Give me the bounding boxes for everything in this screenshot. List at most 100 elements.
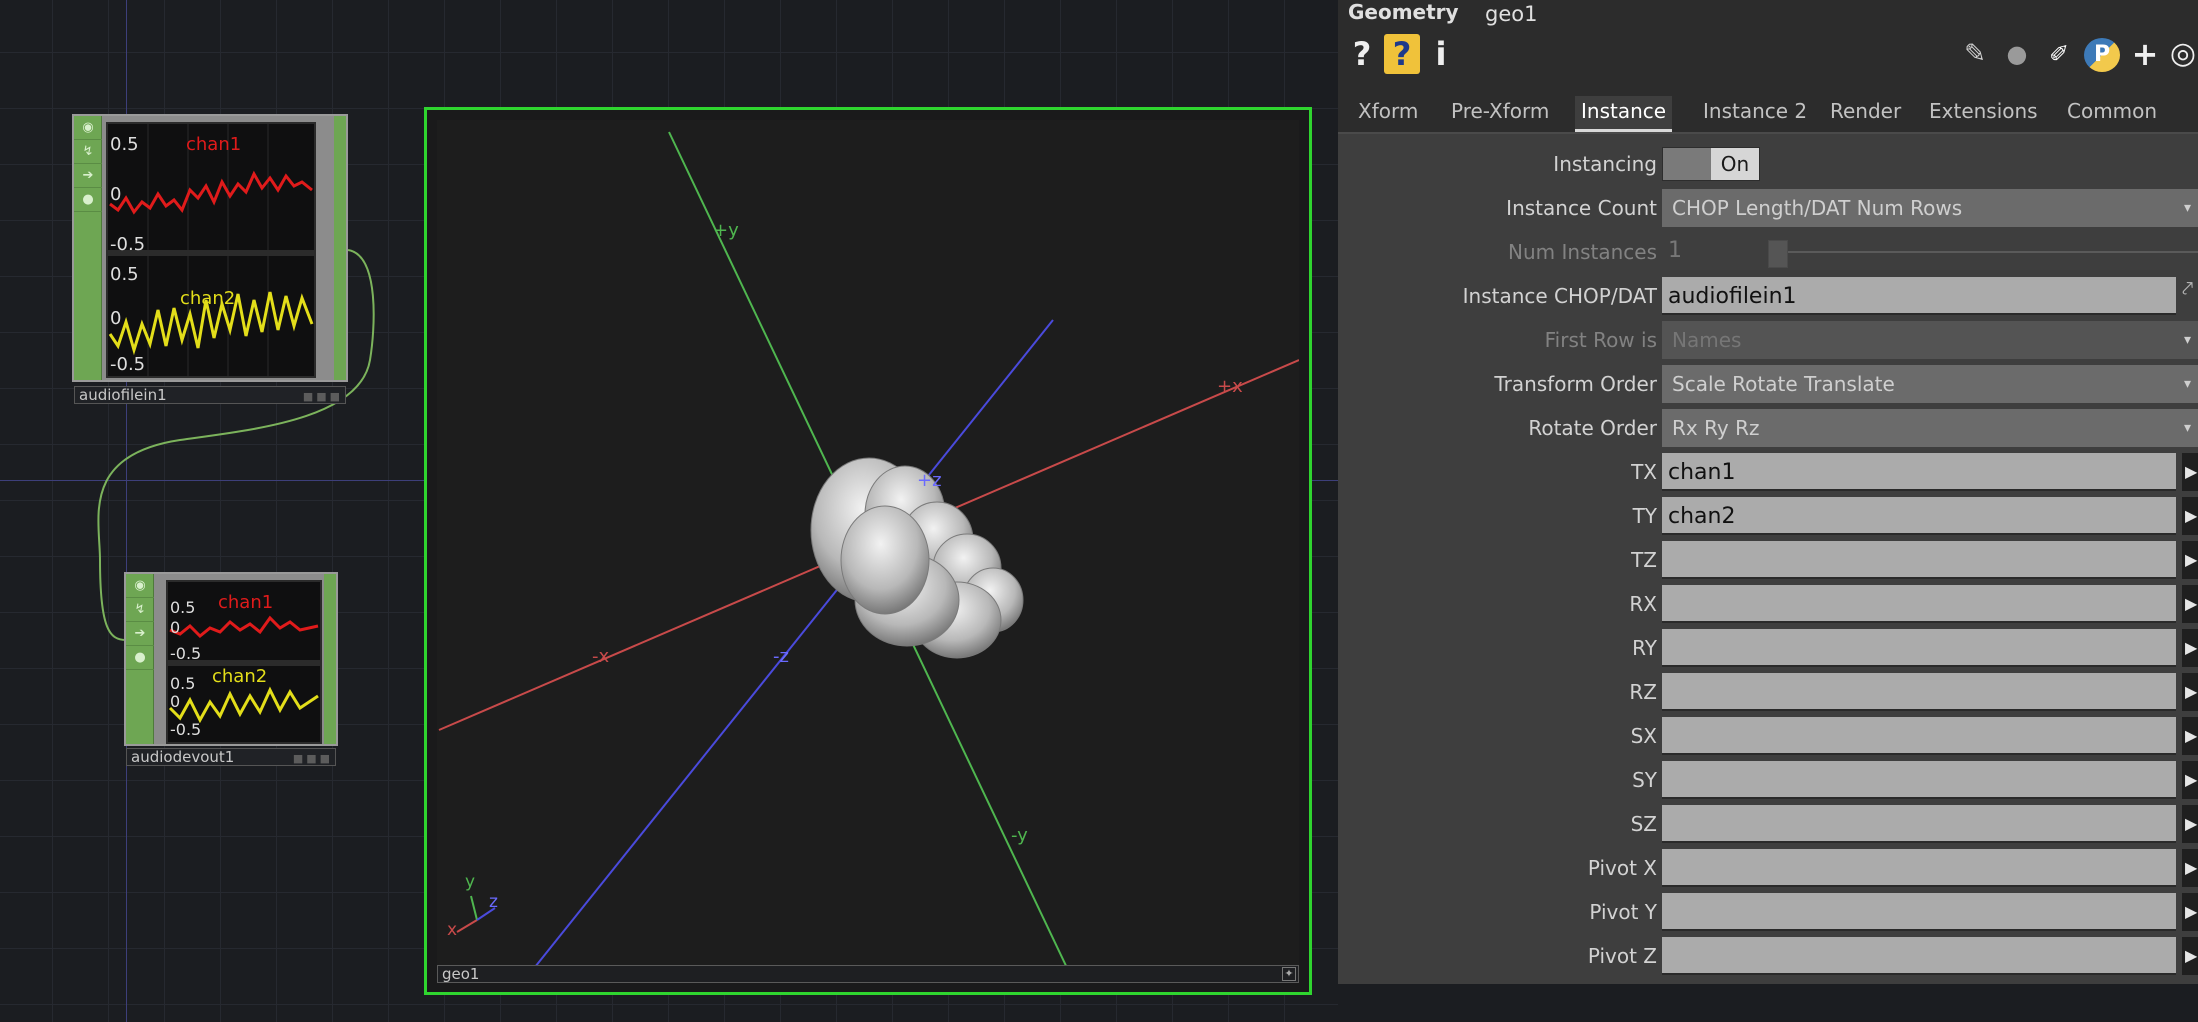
panel-toolbar: ? ? i ✎ ● ✐ P + ◎ xyxy=(1338,30,2198,78)
num-instances-value[interactable]: 1 xyxy=(1668,238,1682,263)
param-row-tx: TX chan1 ▶ xyxy=(1338,452,2198,492)
tab-instance[interactable]: Instance xyxy=(1575,96,1673,132)
expand-arrow-icon[interactable]: ▶ xyxy=(2182,805,2198,843)
param-label: RZ xyxy=(1629,680,1657,704)
operator-help-icon[interactable]: ? xyxy=(1384,34,1420,74)
chan2-label: chan2 xyxy=(212,666,268,687)
toggle-knob xyxy=(1663,148,1711,180)
tick-label: -0.5 xyxy=(110,354,146,375)
instance-chop-field[interactable]: audiofilein1 xyxy=(1662,277,2176,315)
param-label: Pivot Z xyxy=(1587,944,1657,968)
transform-order-menu[interactable]: Scale Rotate Translate ▾ xyxy=(1662,365,2198,403)
param-label: TX xyxy=(1631,460,1657,484)
bypass-arrow-icon[interactable]: ➔ xyxy=(126,622,154,646)
param-row-rotate-order: Rotate Order Rx Ry Rz ▾ xyxy=(1338,408,2198,448)
node-flags[interactable]: ■■■ xyxy=(303,389,343,405)
graph-icon[interactable]: ↯ xyxy=(126,598,154,622)
expand-arrow-icon[interactable]: ▶ xyxy=(2182,761,2198,799)
parameter-panel: Geometry geo1 ? ? i ✎ ● ✐ P + ◎ Xform Pr… xyxy=(1338,0,2198,984)
viewer-active-icon[interactable]: ✦ xyxy=(1282,967,1296,981)
link-icon[interactable]: ⤤ xyxy=(2182,276,2193,300)
tab-extensions[interactable]: Extensions xyxy=(1923,96,2044,132)
pivot-x-field[interactable] xyxy=(1662,849,2176,887)
tick-label: 0 xyxy=(170,618,181,637)
comment-icon[interactable]: ● xyxy=(2000,34,2034,74)
node-flags[interactable]: ■■■ xyxy=(293,751,333,767)
param-row-transform-order: Transform Order Scale Rotate Translate ▾ xyxy=(1338,364,2198,404)
expand-arrow-icon[interactable]: ▶ xyxy=(2182,937,2198,975)
axis-label-plus-z: +z xyxy=(917,470,942,491)
node-output-bar[interactable] xyxy=(334,116,346,380)
expand-arrow-icon[interactable]: ▶ xyxy=(2182,893,2198,931)
expand-arrow-icon[interactable]: ▶ xyxy=(2182,629,2198,667)
num-instances-slider-track[interactable] xyxy=(1782,251,2198,253)
lock-icon[interactable]: ● xyxy=(126,646,154,670)
gizmo-label-x: x xyxy=(447,920,458,940)
num-instances-slider-handle[interactable] xyxy=(1768,240,1788,268)
pivot-y-field[interactable] xyxy=(1662,893,2176,931)
chop-viewer: chan1 0.5 0 -0.5 chan2 0.5 0 -0.5 xyxy=(106,122,316,378)
rotate-order-menu[interactable]: Rx Ry Rz ▾ xyxy=(1662,409,2198,447)
python-icon[interactable]: P xyxy=(2084,38,2120,72)
node-name-label[interactable]: audiofilein1 ■■■ xyxy=(74,386,346,404)
instance-count-menu[interactable]: CHOP Length/DAT Num Rows ▾ xyxy=(1662,189,2198,227)
expand-arrow-icon[interactable]: ▶ xyxy=(2182,717,2198,755)
3d-viewport[interactable]: +y -y +x -x +z -z y z x xyxy=(437,120,1300,973)
tick-label: -0.5 xyxy=(170,720,202,739)
tick-label: 0.5 xyxy=(110,264,139,285)
expand-arrow-icon[interactable]: ▶ xyxy=(2182,849,2198,887)
operator-name[interactable]: geo1 xyxy=(1485,2,1537,26)
info-icon[interactable]: i xyxy=(1430,34,1452,74)
tz-field[interactable] xyxy=(1662,541,2176,579)
node-output-bar[interactable] xyxy=(324,574,336,744)
tick-label: 0.5 xyxy=(170,598,196,617)
param-label: RY xyxy=(1632,636,1657,660)
expand-arrow-icon[interactable]: ▶ xyxy=(2182,453,2198,491)
tick-label: 0 xyxy=(110,308,122,329)
expand-arrow-icon[interactable]: ▶ xyxy=(2182,541,2198,579)
audiofilein-node[interactable]: ◉ ↯ ➔ ● chan1 0.5 0 -0.5 chan2 0.5 0 -0.… xyxy=(72,114,348,404)
tab-xform[interactable]: Xform xyxy=(1352,96,1424,132)
pivot-z-field[interactable] xyxy=(1662,937,2176,975)
param-row-pivot-x: Pivot X ▶ xyxy=(1338,848,2198,888)
ry-field[interactable] xyxy=(1662,629,2176,667)
viewer-toggle-icon[interactable]: ◉ xyxy=(126,574,154,598)
tab-render[interactable]: Render xyxy=(1824,96,1907,132)
help-icon[interactable]: ? xyxy=(1350,34,1374,74)
network-editor[interactable]: ◉ ↯ ➔ ● chan1 0.5 0 -0.5 chan2 0.5 0 -0.… xyxy=(0,0,1338,1022)
target-icon[interactable]: ◎ xyxy=(2168,34,2198,74)
graph-icon[interactable]: ↯ xyxy=(74,140,102,164)
audiodevout-node[interactable]: ◉ ↯ ➔ ● chan1 0.5 0 -0.5 chan2 0.5 0 -0.… xyxy=(124,572,338,766)
sy-field[interactable] xyxy=(1662,761,2176,799)
param-row-rz: RZ ▶ xyxy=(1338,672,2198,712)
sz-field[interactable] xyxy=(1662,805,2176,843)
tx-field[interactable]: chan1 xyxy=(1662,453,2176,491)
tab-pre-xform[interactable]: Pre-Xform xyxy=(1445,96,1555,132)
expand-arrow-icon[interactable]: ▶ xyxy=(2182,673,2198,711)
instancing-toggle[interactable]: On xyxy=(1662,147,1760,181)
node-name-label[interactable]: geo1 ✦ xyxy=(437,965,1299,983)
clone-icon[interactable]: ✐ xyxy=(2042,34,2076,74)
operator-type: Geometry xyxy=(1348,0,1459,24)
param-row-ry: RY ▶ xyxy=(1338,628,2198,668)
rx-field[interactable] xyxy=(1662,585,2176,623)
lock-icon[interactable]: ● xyxy=(74,188,102,212)
bypass-arrow-icon[interactable]: ➔ xyxy=(74,164,102,188)
ty-field[interactable]: chan2 xyxy=(1662,497,2176,535)
tab-instance-2[interactable]: Instance 2 xyxy=(1697,96,1813,132)
expand-arrow-icon[interactable]: ▶ xyxy=(2182,497,2198,535)
viewer-toggle-icon[interactable]: ◉ xyxy=(74,116,102,140)
axis-label-plus-y: +y xyxy=(713,220,739,241)
param-label: Pivot X xyxy=(1587,856,1657,880)
first-row-menu[interactable]: Names ▾ xyxy=(1662,321,2198,359)
rz-field[interactable] xyxy=(1662,673,2176,711)
node-name-label[interactable]: audiodevout1 ■■■ xyxy=(126,748,336,766)
add-icon[interactable]: + xyxy=(2130,34,2160,74)
tab-common[interactable]: Common xyxy=(2061,96,2163,132)
sx-field[interactable] xyxy=(1662,717,2176,755)
chevron-down-icon: ▾ xyxy=(2184,200,2192,216)
tick-label: 0 xyxy=(170,692,181,711)
edit-pencil-icon[interactable]: ✎ xyxy=(1960,34,1990,74)
geo-node[interactable]: +y -y +x -x +z -z y z x geo1 ✦ xyxy=(424,107,1312,995)
expand-arrow-icon[interactable]: ▶ xyxy=(2182,585,2198,623)
